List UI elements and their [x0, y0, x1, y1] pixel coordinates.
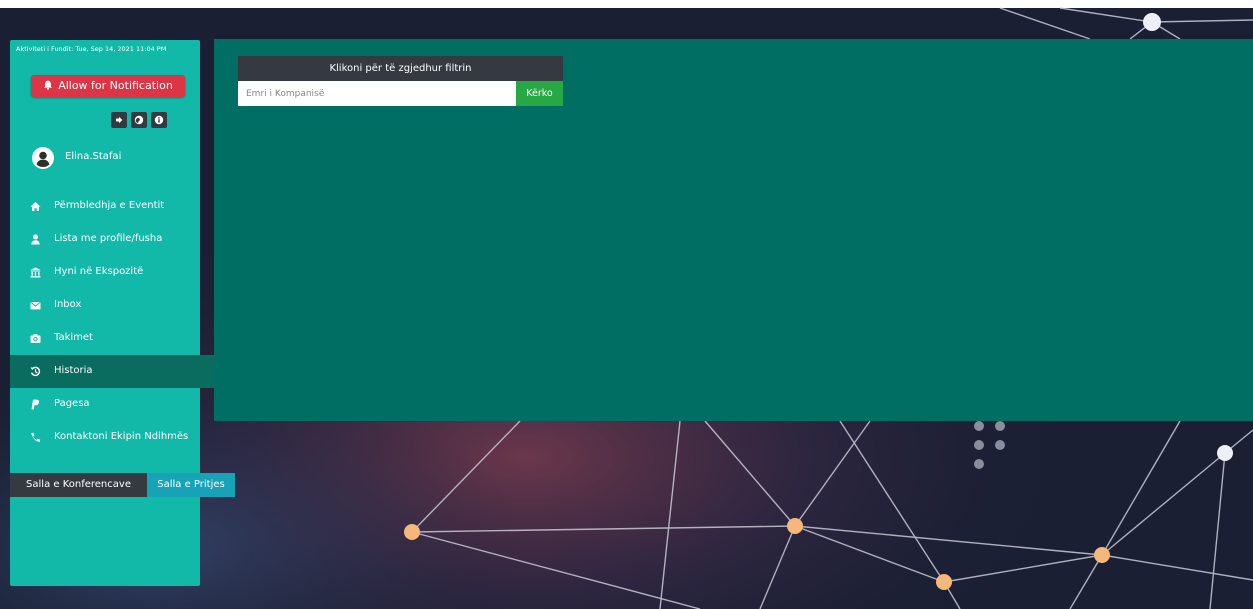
- info-button[interactable]: [151, 112, 167, 128]
- user-icon: [31, 234, 40, 245]
- bank-icon: [30, 267, 41, 278]
- sidebar-item-profile-list[interactable]: Lista me profile/fusha: [10, 223, 200, 256]
- home-icon: [30, 202, 41, 211]
- paypal-icon: [31, 399, 40, 410]
- info-icon: [154, 115, 164, 125]
- sidebar-item-label: Inbox: [54, 299, 82, 310]
- language-button[interactable]: [131, 112, 147, 128]
- sidebar-item-label: Pagesa: [54, 398, 90, 409]
- sidebar-item-contact-support[interactable]: Kontaktoni Ekipin Ndihmës: [10, 421, 200, 454]
- sidebar-item-label: Historia: [54, 365, 93, 376]
- logout-icon: [116, 116, 123, 124]
- bell-icon: [43, 76, 53, 98]
- logout-button[interactable]: [111, 112, 127, 128]
- sidebar-item-label: Hyni në Ekspozitë: [54, 266, 144, 277]
- allow-notification-button[interactable]: Allow for Notification: [31, 75, 185, 97]
- envelope-icon: [30, 302, 41, 310]
- waiting-room-button[interactable]: Salla e Pritjes: [147, 473, 235, 497]
- sidebar: Aktiviteti i Fundit: Tue, Sep 14, 2021 1…: [10, 40, 214, 586]
- globe-icon: [134, 115, 144, 125]
- search-button[interactable]: Kërko: [516, 81, 563, 106]
- sidebar-item-event-summary[interactable]: Përmbledhja e Eventit: [10, 190, 200, 223]
- sidebar-nav: Përmbledhja e Eventit Lista me profile/f…: [10, 190, 214, 454]
- company-search-input[interactable]: [238, 81, 516, 106]
- user-name: Elina.Stafai: [65, 151, 122, 162]
- sidebar-item-label: Takimet: [54, 332, 93, 343]
- last-activity-text: Aktiviteti i Fundit: Tue, Sep 14, 2021 1…: [16, 45, 167, 53]
- history-icon: [30, 366, 41, 377]
- camera-icon: [30, 334, 41, 343]
- sidebar-item-label: Përmbledhja e Eventit: [54, 200, 165, 211]
- filter-header[interactable]: Klikoni për të zgjedhur filtrin: [238, 56, 563, 81]
- sidebar-item-meetings[interactable]: Takimet: [10, 322, 200, 355]
- allow-notification-label: Allow for Notification: [58, 79, 173, 92]
- quick-actions: [111, 112, 171, 130]
- user-avatar-icon: [32, 147, 54, 169]
- sidebar-item-inbox[interactable]: Inbox: [10, 289, 200, 322]
- phone-icon: [31, 432, 41, 442]
- conference-room-button[interactable]: Salla e Konferencave: [10, 473, 147, 497]
- sidebar-item-label: Kontaktoni Ekipin Ndihmës: [54, 431, 189, 442]
- sidebar-item-exhibition[interactable]: Hyni në Ekspozitë: [10, 256, 200, 289]
- sidebar-item-history[interactable]: Historia: [10, 355, 214, 388]
- sidebar-item-payments[interactable]: Pagesa: [10, 388, 200, 421]
- sidebar-item-label: Lista me profile/fusha: [54, 233, 163, 244]
